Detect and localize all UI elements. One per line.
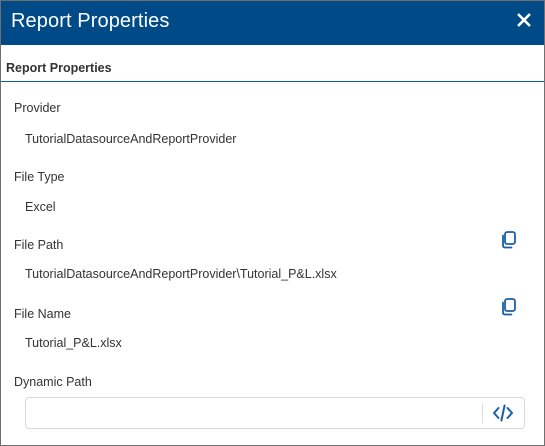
file-path-value: TutorialDatasourceAndReportProvider\Tuto…	[25, 267, 337, 281]
copy-file-name-icon[interactable]	[499, 297, 519, 317]
file-type-value: Excel	[25, 200, 56, 214]
file-path-label: File Path	[14, 238, 64, 252]
dynamic-path-label: Dynamic Path	[14, 375, 92, 389]
file-name-value: Tutorial_P&L.xlsx	[25, 336, 122, 350]
section-divider	[1, 81, 544, 82]
section-header: Report Properties	[6, 61, 112, 75]
field-divider	[482, 403, 483, 423]
file-name-label: File Name	[14, 307, 71, 321]
file-type-label: File Type	[14, 170, 65, 184]
dialog-title: Report Properties	[11, 10, 170, 32]
dynamic-path-field	[25, 397, 525, 429]
dynamic-path-input[interactable]	[32, 402, 478, 424]
close-icon[interactable]	[516, 12, 532, 28]
code-icon[interactable]	[491, 402, 515, 424]
provider-value: TutorialDatasourceAndReportProvider	[25, 132, 237, 146]
provider-label: Provider	[14, 101, 61, 115]
title-bar: Report Properties	[1, 1, 544, 45]
copy-file-path-icon[interactable]	[499, 230, 519, 250]
report-properties-dialog: Report Properties Report Properties Prov…	[0, 0, 545, 446]
